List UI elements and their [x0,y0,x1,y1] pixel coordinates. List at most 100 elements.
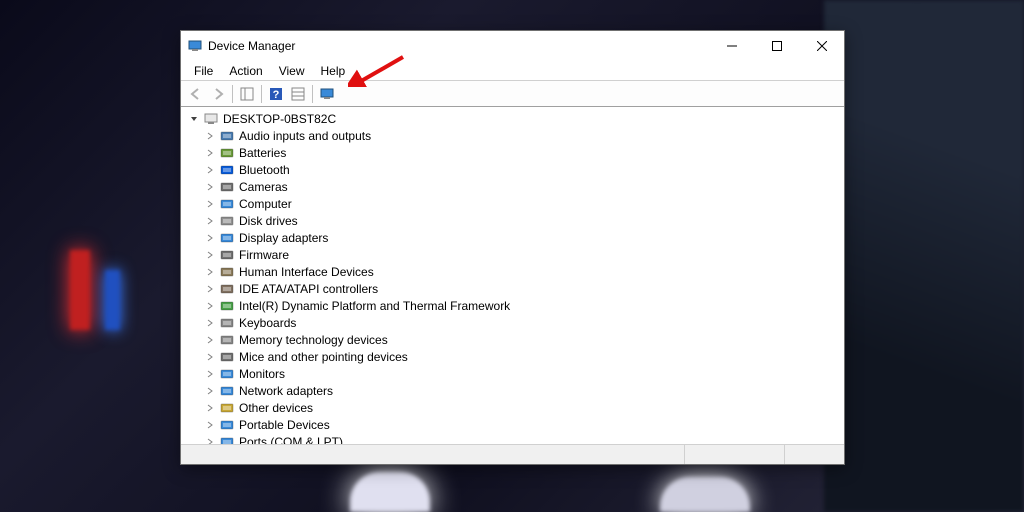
camera-icon [219,179,235,195]
chevron-right-icon[interactable] [203,418,217,432]
titlebar[interactable]: Device Manager [181,31,844,61]
tree-node[interactable]: Batteries [185,144,844,161]
scan-hardware-button[interactable] [316,83,338,105]
chevron-right-icon[interactable] [203,367,217,381]
menu-action[interactable]: Action [222,62,269,80]
toolbar: ? [181,81,844,107]
tree-node[interactable]: Human Interface Devices [185,263,844,280]
tree-node[interactable]: Other devices [185,399,844,416]
portable-icon [219,417,235,433]
chevron-right-icon[interactable] [203,350,217,364]
maximize-button[interactable] [754,31,799,61]
tree-node[interactable]: Ports (COM & LPT) [185,433,844,444]
forward-button[interactable] [207,83,229,105]
tree-node-label: Ports (COM & LPT) [239,435,343,445]
chevron-right-icon[interactable] [203,333,217,347]
chevron-right-icon[interactable] [203,435,217,445]
statusbar [181,444,844,464]
tree-node[interactable]: Disk drives [185,212,844,229]
root-label: DESKTOP-0BST82C [223,112,336,126]
menubar: File Action View Help [181,61,844,81]
svg-text:?: ? [273,89,280,101]
tree-node[interactable]: Bluetooth [185,161,844,178]
ide-icon [219,281,235,297]
tree-node-label: Disk drives [239,214,298,228]
chevron-right-icon[interactable] [203,401,217,415]
tree-node-label: Network adapters [239,384,333,398]
tree-node-label: Keyboards [239,316,296,330]
chevron-right-icon[interactable] [203,282,217,296]
display-icon [219,230,235,246]
hid-icon [219,264,235,280]
tree-node-label: Batteries [239,146,286,160]
tree-node-label: Cameras [239,180,288,194]
menu-help[interactable]: Help [314,62,353,80]
battery-icon [219,145,235,161]
tree-node-label: Audio inputs and outputs [239,129,371,143]
tree-node[interactable]: IDE ATA/ATAPI controllers [185,280,844,297]
chevron-right-icon[interactable] [203,146,217,160]
app-icon [187,38,203,54]
tree-node[interactable]: Audio inputs and outputs [185,127,844,144]
tree-node-label: Memory technology devices [239,333,388,347]
tree-root-node[interactable]: DESKTOP-0BST82C [185,110,844,127]
chevron-right-icon[interactable] [203,248,217,262]
port-icon [219,434,235,445]
minimize-button[interactable] [709,31,754,61]
tree-node-label: Computer [239,197,292,211]
menu-view[interactable]: View [272,62,312,80]
mouse-icon [219,349,235,365]
chevron-right-icon[interactable] [203,316,217,330]
firmware-icon [219,247,235,263]
chevron-right-icon[interactable] [203,197,217,211]
other-icon [219,400,235,416]
tree-node-label: Mice and other pointing devices [239,350,408,364]
network-icon [219,383,235,399]
chevron-right-icon[interactable] [203,163,217,177]
chevron-right-icon[interactable] [203,214,217,228]
show-hide-console-tree-button[interactable] [236,83,258,105]
device-tree[interactable]: DESKTOP-0BST82C Audio inputs and outputs… [181,108,844,444]
chevron-right-icon[interactable] [203,384,217,398]
chevron-right-icon[interactable] [203,299,217,313]
computer-icon [219,196,235,212]
tree-node[interactable]: Mice and other pointing devices [185,348,844,365]
disk-icon [219,213,235,229]
tree-node-label: Intel(R) Dynamic Platform and Thermal Fr… [239,299,510,313]
chevron-right-icon[interactable] [203,129,217,143]
chevron-down-icon[interactable] [187,112,201,126]
menu-file[interactable]: File [187,62,220,80]
tree-node[interactable]: Cameras [185,178,844,195]
tree-node[interactable]: Portable Devices [185,416,844,433]
content-area: DESKTOP-0BST82C Audio inputs and outputs… [181,107,844,444]
tree-node-label: Bluetooth [239,163,290,177]
computer-icon [203,111,219,127]
chevron-right-icon[interactable] [203,231,217,245]
help-button[interactable]: ? [265,83,287,105]
keyboard-icon [219,315,235,331]
monitor-icon [219,366,235,382]
back-button[interactable] [185,83,207,105]
tree-node[interactable]: Keyboards [185,314,844,331]
view-button[interactable] [287,83,309,105]
chevron-right-icon[interactable] [203,180,217,194]
tree-node-label: Portable Devices [239,418,330,432]
device-manager-window: Device Manager File Action View Help [180,30,845,465]
window-title: Device Manager [208,39,295,53]
memory-icon [219,332,235,348]
tree-node[interactable]: Intel(R) Dynamic Platform and Thermal Fr… [185,297,844,314]
tree-node-label: Firmware [239,248,289,262]
bluetooth-icon [219,162,235,178]
tree-node[interactable]: Network adapters [185,382,844,399]
tree-node[interactable]: Computer [185,195,844,212]
tree-node[interactable]: Display adapters [185,229,844,246]
tree-node[interactable]: Memory technology devices [185,331,844,348]
tree-node-label: Other devices [239,401,313,415]
tree-node-label: Human Interface Devices [239,265,374,279]
tree-node-label: IDE ATA/ATAPI controllers [239,282,378,296]
close-button[interactable] [799,31,844,61]
chip-icon [219,298,235,314]
tree-node[interactable]: Monitors [185,365,844,382]
chevron-right-icon[interactable] [203,265,217,279]
tree-node[interactable]: Firmware [185,246,844,263]
